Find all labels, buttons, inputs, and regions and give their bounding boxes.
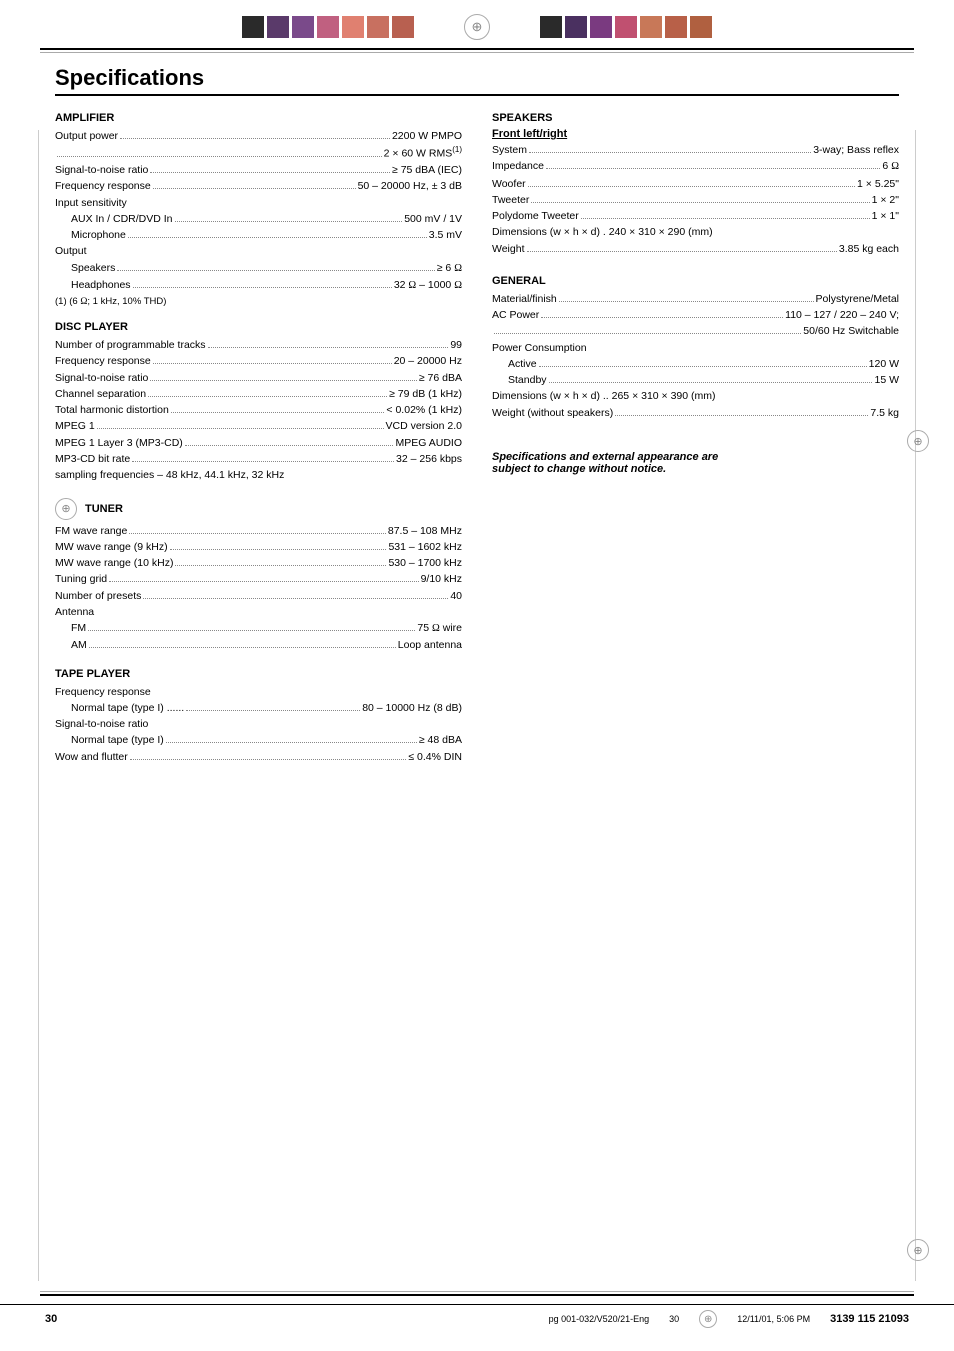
mpeg1-line: MPEG 1 VCD version 2.0 bbox=[55, 418, 462, 434]
left-margin-line bbox=[38, 130, 40, 1281]
notice-block: Specifications and external appearance a… bbox=[492, 451, 899, 475]
tuner-header: TUNER bbox=[85, 503, 123, 515]
tuning-grid-line: Tuning grid 9/10 kHz bbox=[55, 571, 462, 587]
amplifier-footnote: (1) (6 Ω; 1 kHz, 10% THD) bbox=[55, 296, 462, 307]
power-consumption-label: Power Consumption bbox=[492, 340, 899, 356]
notice-line1: Specifications and external appearance a… bbox=[492, 451, 899, 463]
print-date: 12/11/01, 5:06 PM bbox=[737, 1314, 810, 1324]
tape-freq-label: Frequency response bbox=[55, 684, 462, 700]
freq-response-line: Frequency response 50 – 20000 Hz, ± 3 dB bbox=[55, 178, 462, 194]
polydome-line: Polydome Tweeter 1 × 1" bbox=[492, 208, 899, 224]
compass-right-lower: ⊕ bbox=[907, 1239, 929, 1261]
bottom-bar: 30 pg 001-032/V520/21-Eng 30 ⊕ 12/11/01,… bbox=[0, 1304, 954, 1333]
compass-right-upper: ⊕ bbox=[907, 430, 929, 452]
amplifier-header: AMPLIFIER bbox=[55, 112, 462, 124]
tape-player-header: TAPE PLAYER bbox=[55, 668, 462, 680]
speakers-header: SPEAKERS bbox=[492, 112, 899, 124]
front-subheader: Front left/right bbox=[492, 128, 899, 140]
tape-normal-snr-line: Normal tape (type I) ≥ 48 dBA bbox=[55, 732, 462, 748]
material-line: Material/finish Polystyrene/Metal bbox=[492, 291, 899, 307]
impedance-line: Impedance 6 Ω bbox=[492, 158, 899, 175]
fm-antenna-line: FM 75 Ω wire bbox=[55, 620, 462, 637]
active-power-line: Active 120 W bbox=[492, 356, 899, 372]
tape-snr-label: Signal-to-noise ratio bbox=[55, 716, 462, 732]
mw-9khz-line: MW wave range (9 kHz) 531 – 1602 kHz bbox=[55, 539, 462, 555]
main-content: English Specifications AMPLIFIER Output … bbox=[0, 65, 954, 785]
wow-flutter-line: Wow and flutter ≤ 0.4% DIN bbox=[55, 749, 462, 765]
mpeg1-layer3-line: MPEG 1 Layer 3 (MP3-CD) MPEG AUDIO bbox=[55, 435, 462, 451]
compass-bottom: ⊕ bbox=[699, 1310, 717, 1328]
spk-weight-line: Weight 3.85 kg each bbox=[492, 241, 899, 257]
mp3-bitrate-line: MP3-CD bit rate 32 – 256 kbps bbox=[55, 451, 462, 467]
doc-number: 3139 115 21093 bbox=[830, 1313, 909, 1325]
prog-tracks-line: Number of programmable tracks 99 bbox=[55, 337, 462, 353]
snr-line: Signal-to-noise ratio ≥ 75 dBA (IEC) bbox=[55, 162, 462, 178]
am-antenna-line: AM Loop antenna bbox=[55, 637, 462, 653]
standby-power-line: Standby 15 W bbox=[492, 372, 899, 388]
general-header: GENERAL bbox=[492, 275, 899, 287]
gen-dimensions-line: Dimensions (w × h × d) .. 265 × 310 × 39… bbox=[492, 388, 899, 404]
compass-left-mark: ⊕ bbox=[55, 498, 77, 520]
num-presets-line: Number of presets 40 bbox=[55, 588, 462, 604]
page-title: Specifications bbox=[55, 65, 899, 91]
disc-freq-line: Frequency response 20 – 20000 Hz bbox=[55, 353, 462, 369]
rms-line: 2 × 60 W RMS(1) bbox=[55, 144, 462, 162]
spec-columns: AMPLIFIER Output power 2200 W PMPO 2 × 6 bbox=[55, 112, 899, 765]
page-number: 30 bbox=[45, 1313, 57, 1325]
amplifier-section: AMPLIFIER Output power 2200 W PMPO 2 × 6 bbox=[55, 112, 462, 307]
ac-power-line: AC Power 110 – 127 / 220 – 240 V; bbox=[492, 307, 899, 323]
compass-mark: ⊕ bbox=[464, 14, 490, 40]
disc-player-header: DISC PLAYER bbox=[55, 321, 462, 333]
antenna-label: Antenna bbox=[55, 604, 462, 620]
channel-sep-line: Channel separation ≥ 79 dB (1 kHz) bbox=[55, 386, 462, 402]
page-container: ⊕ English Specifications AMPLIFIER bbox=[0, 0, 954, 1351]
microphone-line: Microphone 3.5 mV bbox=[55, 227, 462, 243]
sampling-freq-line: sampling frequencies – 48 kHz, 44.1 kHz,… bbox=[55, 467, 462, 483]
output-label: Output bbox=[55, 243, 462, 259]
headphones-line: Headphones 32 Ω – 1000 Ω bbox=[55, 277, 462, 294]
gen-weight-line: Weight (without speakers) 7.5 kg bbox=[492, 405, 899, 421]
right-color-blocks bbox=[540, 16, 712, 38]
print-center-page: 30 bbox=[669, 1314, 679, 1324]
tape-normal-freq-line: Normal tape (type I) ...... 80 – 10000 H… bbox=[55, 700, 462, 716]
mw-10khz-line: MW wave range (10 kHz) 530 – 1700 kHz bbox=[55, 555, 462, 571]
speakers-section: SPEAKERS Front left/right System 3-way; … bbox=[492, 112, 899, 257]
notice-line2: subject to change without notice. bbox=[492, 463, 899, 475]
disc-player-section: DISC PLAYER Number of programmable track… bbox=[55, 321, 462, 483]
thd-line: Total harmonic distortion < 0.02% (1 kHz… bbox=[55, 402, 462, 418]
fm-range-line: FM wave range 87.5 – 108 MHz bbox=[55, 523, 462, 539]
tuner-section: ⊕ TUNER FM wave range 87.5 – 108 MHz MW … bbox=[55, 498, 462, 654]
tape-player-section: TAPE PLAYER Frequency response Normal ta… bbox=[55, 668, 462, 765]
aux-line: AUX In / CDR/DVD In 500 mV / 1V bbox=[55, 211, 462, 227]
input-sensitivity-label: Input sensitivity bbox=[55, 195, 462, 211]
print-info: pg 001-032/V520/21-Eng bbox=[549, 1314, 650, 1324]
general-section: GENERAL Material/finish Polystyrene/Meta… bbox=[492, 275, 899, 421]
disc-snr-line: Signal-to-noise ratio ≥ 76 dBA bbox=[55, 370, 462, 386]
tweeter-line: Tweeter 1 × 2" bbox=[492, 192, 899, 208]
speakers-amp-line: Speakers ≥ 6 Ω bbox=[55, 260, 462, 277]
system-line: System 3-way; Bass reflex bbox=[492, 142, 899, 158]
spk-dimensions-line: Dimensions (w × h × d) . 240 × 310 × 290… bbox=[492, 224, 899, 240]
woofer-line: Woofer 1 × 5.25" bbox=[492, 176, 899, 192]
right-margin-line bbox=[915, 130, 917, 1281]
hz-switchable-line: 50/60 Hz Switchable bbox=[492, 323, 899, 339]
left-color-blocks bbox=[242, 16, 414, 38]
output-power-line: Output power 2200 W PMPO bbox=[55, 128, 462, 144]
left-column: AMPLIFIER Output power 2200 W PMPO 2 × 6 bbox=[55, 112, 462, 765]
right-column: SPEAKERS Front left/right System 3-way; … bbox=[492, 112, 899, 765]
